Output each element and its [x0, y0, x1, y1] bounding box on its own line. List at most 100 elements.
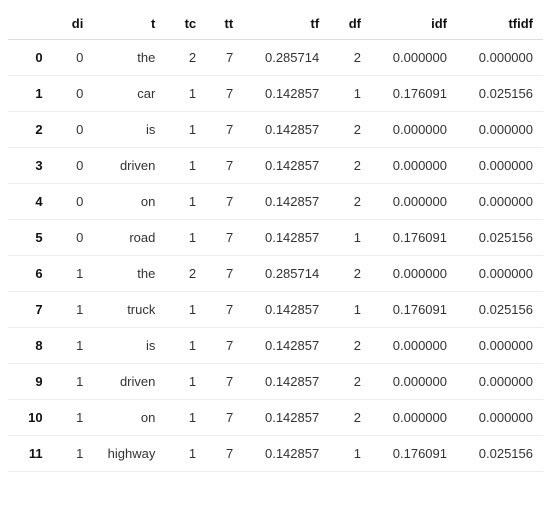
cell-tt: 7: [206, 328, 243, 364]
cell-di: 0: [53, 112, 94, 148]
cell-tf: 0.142857: [243, 148, 329, 184]
cell-tt: 7: [206, 436, 243, 472]
cell-df: 2: [329, 400, 371, 436]
header-tf: tf: [243, 8, 329, 40]
table-body: 00the270.28571420.0000000.00000010car170…: [8, 40, 543, 472]
table-row: 111highway170.14285710.1760910.025156: [8, 436, 543, 472]
cell-tfidf: 0.000000: [457, 256, 543, 292]
cell-di: 1: [53, 436, 94, 472]
cell-tf: 0.285714: [243, 256, 329, 292]
cell-tf: 0.285714: [243, 40, 329, 76]
cell-tf: 0.142857: [243, 328, 329, 364]
cell-t: road: [93, 220, 165, 256]
cell-tfidf: 0.000000: [457, 40, 543, 76]
table-row: 40on170.14285720.0000000.000000: [8, 184, 543, 220]
cell-t: truck: [93, 292, 165, 328]
cell-idf: 0.000000: [371, 148, 457, 184]
table-row: 10car170.14285710.1760910.025156: [8, 76, 543, 112]
cell-tfidf: 0.025156: [457, 292, 543, 328]
cell-tc: 1: [165, 112, 206, 148]
cell-t: the: [93, 256, 165, 292]
header-df: df: [329, 8, 371, 40]
cell-df: 1: [329, 220, 371, 256]
header-index: [8, 8, 53, 40]
cell-t: on: [93, 184, 165, 220]
row-index: 5: [8, 220, 53, 256]
cell-df: 2: [329, 364, 371, 400]
cell-di: 0: [53, 148, 94, 184]
table-row: 101on170.14285720.0000000.000000: [8, 400, 543, 436]
cell-tf: 0.142857: [243, 76, 329, 112]
cell-t: is: [93, 328, 165, 364]
cell-tc: 1: [165, 436, 206, 472]
header-tfidf: tfidf: [457, 8, 543, 40]
cell-tfidf: 0.025156: [457, 436, 543, 472]
table-row: 71truck170.14285710.1760910.025156: [8, 292, 543, 328]
cell-tt: 7: [206, 184, 243, 220]
row-index: 9: [8, 364, 53, 400]
table-row: 20is170.14285720.0000000.000000: [8, 112, 543, 148]
cell-tt: 7: [206, 220, 243, 256]
cell-tt: 7: [206, 40, 243, 76]
cell-di: 0: [53, 220, 94, 256]
header-di: di: [53, 8, 94, 40]
cell-df: 1: [329, 76, 371, 112]
cell-idf: 0.000000: [371, 40, 457, 76]
cell-di: 0: [53, 76, 94, 112]
cell-idf: 0.000000: [371, 184, 457, 220]
cell-tc: 1: [165, 364, 206, 400]
cell-idf: 0.176091: [371, 292, 457, 328]
cell-df: 2: [329, 328, 371, 364]
cell-di: 0: [53, 40, 94, 76]
row-index: 11: [8, 436, 53, 472]
row-index: 8: [8, 328, 53, 364]
header-idf: idf: [371, 8, 457, 40]
table-row: 30driven170.14285720.0000000.000000: [8, 148, 543, 184]
cell-tfidf: 0.000000: [457, 184, 543, 220]
tfidf-table: di t tc tt tf df idf tfidf 00the270.2857…: [8, 8, 543, 472]
header-t: t: [93, 8, 165, 40]
cell-t: on: [93, 400, 165, 436]
cell-tf: 0.142857: [243, 220, 329, 256]
cell-df: 2: [329, 256, 371, 292]
cell-t: is: [93, 112, 165, 148]
cell-tfidf: 0.000000: [457, 148, 543, 184]
table-row: 61the270.28571420.0000000.000000: [8, 256, 543, 292]
table-header: di t tc tt tf df idf tfidf: [8, 8, 543, 40]
cell-tf: 0.142857: [243, 184, 329, 220]
cell-df: 1: [329, 436, 371, 472]
cell-di: 1: [53, 364, 94, 400]
cell-tc: 1: [165, 148, 206, 184]
cell-tt: 7: [206, 112, 243, 148]
cell-di: 1: [53, 328, 94, 364]
cell-t: driven: [93, 148, 165, 184]
cell-idf: 0.000000: [371, 112, 457, 148]
cell-idf: 0.176091: [371, 76, 457, 112]
cell-di: 1: [53, 256, 94, 292]
header-tt: tt: [206, 8, 243, 40]
cell-t: driven: [93, 364, 165, 400]
cell-tf: 0.142857: [243, 112, 329, 148]
cell-idf: 0.176091: [371, 436, 457, 472]
cell-df: 2: [329, 184, 371, 220]
cell-t: car: [93, 76, 165, 112]
cell-tt: 7: [206, 400, 243, 436]
cell-df: 2: [329, 40, 371, 76]
table-row: 50road170.14285710.1760910.025156: [8, 220, 543, 256]
cell-tf: 0.142857: [243, 400, 329, 436]
cell-tf: 0.142857: [243, 364, 329, 400]
cell-tfidf: 0.025156: [457, 76, 543, 112]
cell-tt: 7: [206, 148, 243, 184]
cell-tt: 7: [206, 364, 243, 400]
cell-tfidf: 0.025156: [457, 220, 543, 256]
cell-tfidf: 0.000000: [457, 400, 543, 436]
cell-tc: 1: [165, 328, 206, 364]
cell-tt: 7: [206, 292, 243, 328]
cell-tf: 0.142857: [243, 292, 329, 328]
row-index: 6: [8, 256, 53, 292]
cell-df: 1: [329, 292, 371, 328]
cell-df: 2: [329, 112, 371, 148]
table-row: 00the270.28571420.0000000.000000: [8, 40, 543, 76]
cell-di: 1: [53, 292, 94, 328]
cell-di: 0: [53, 184, 94, 220]
